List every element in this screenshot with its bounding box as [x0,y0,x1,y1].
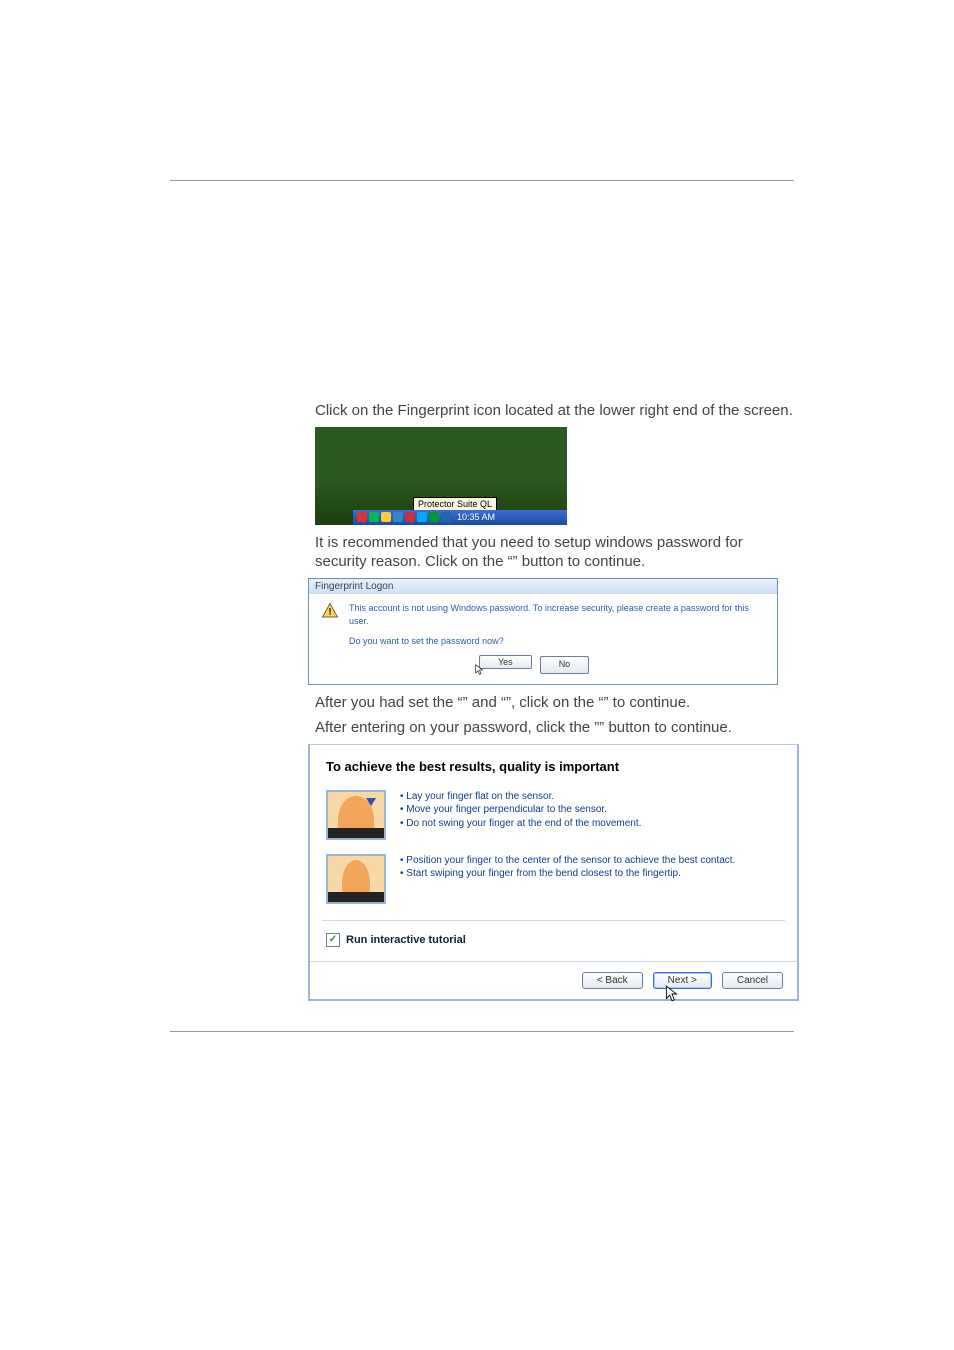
text-fragment: After entering on your password, click t… [315,719,599,736]
finger-thumbnail [326,790,386,840]
tip-text: Start swiping your finger from the bend … [406,868,681,879]
bullet: • Position your finger to the center of … [400,854,735,868]
tray-icon [429,512,439,522]
next-button[interactable]: Next > [653,972,712,989]
text-fragment: ” button to continue. [599,719,732,736]
step-2-text: It is recommended that you need to setup… [170,533,794,572]
tray-icon [441,512,451,522]
dialog-message: This account is not using Windows passwo… [349,602,765,674]
enrollment-wizard: To achieve the best results, quality is … [308,744,799,1001]
tip-text: Lay your finger flat on the sensor. [406,791,554,802]
text-fragment: ” button to continue. [513,553,646,570]
step-1-text: Click on the Fingerprint icon located at… [170,401,794,421]
yes-button[interactable]: Yes [479,655,532,669]
step-3-text: After you had set the “” and “”, click o… [170,693,794,713]
text-fragment: ” to continue. [603,694,690,711]
bullet: • Start swiping your finger from the ben… [400,867,735,881]
fingerprint-tray-icon[interactable] [417,512,427,522]
cancel-button[interactable]: Cancel [722,972,783,989]
text-fragment: After you had set the “ [315,694,463,711]
cursor-icon [475,664,484,676]
dialog-title: Fingerprint Logon [309,579,777,594]
dialog-line: Do you want to set the password now? [349,635,765,649]
checkbox-label: Run interactive tutorial [346,934,466,946]
tip-text: Position your finger to the center of th… [406,855,735,866]
finger-thumbnail [326,854,386,904]
system-tray: 10:35 AM [353,510,567,525]
tip-text: Do not swing your finger at the end of t… [406,818,641,829]
text-fragment: ”, click on the “ [506,694,604,711]
bullet: • Do not swing your finger at the end of… [400,817,641,831]
bullet: • Lay your finger flat on the sensor. [400,790,641,804]
tray-icon [393,512,403,522]
tip-text: Move your finger perpendicular to the se… [406,804,607,815]
step-4-text: After entering on your password, click t… [170,718,794,738]
tray-tooltip: Protector Suite QL [413,497,497,511]
no-button[interactable]: No [540,656,590,674]
top-rule [170,180,794,181]
text-fragment: ” and “ [463,694,506,711]
checkbox-icon[interactable]: ✓ [326,933,340,947]
back-button[interactable]: < Back [582,972,643,989]
divider [322,920,785,921]
tray-clock: 10:35 AM [457,512,495,522]
tray-icon [381,512,391,522]
warning-icon [321,602,339,620]
wizard-heading: To achieve the best results, quality is … [310,745,797,786]
tips-list: • Position your finger to the center of … [400,854,735,881]
dialog-line: This account is not using Windows passwo… [349,602,765,629]
bottom-rule [170,1031,794,1032]
cursor-icon [665,985,679,1003]
tray-icon [405,512,415,522]
desktop-screenshot: Protector Suite QL 10:35 AM [315,427,567,525]
fingerprint-logon-dialog: Fingerprint Logon This account is not us… [308,578,778,685]
tray-icon [369,512,379,522]
tips-list: • Lay your finger flat on the sensor. • … [400,790,641,831]
tray-icon [357,512,367,522]
tutorial-checkbox-row[interactable]: ✓ Run interactive tutorial [310,927,797,961]
bullet: • Move your finger perpendicular to the … [400,803,641,817]
